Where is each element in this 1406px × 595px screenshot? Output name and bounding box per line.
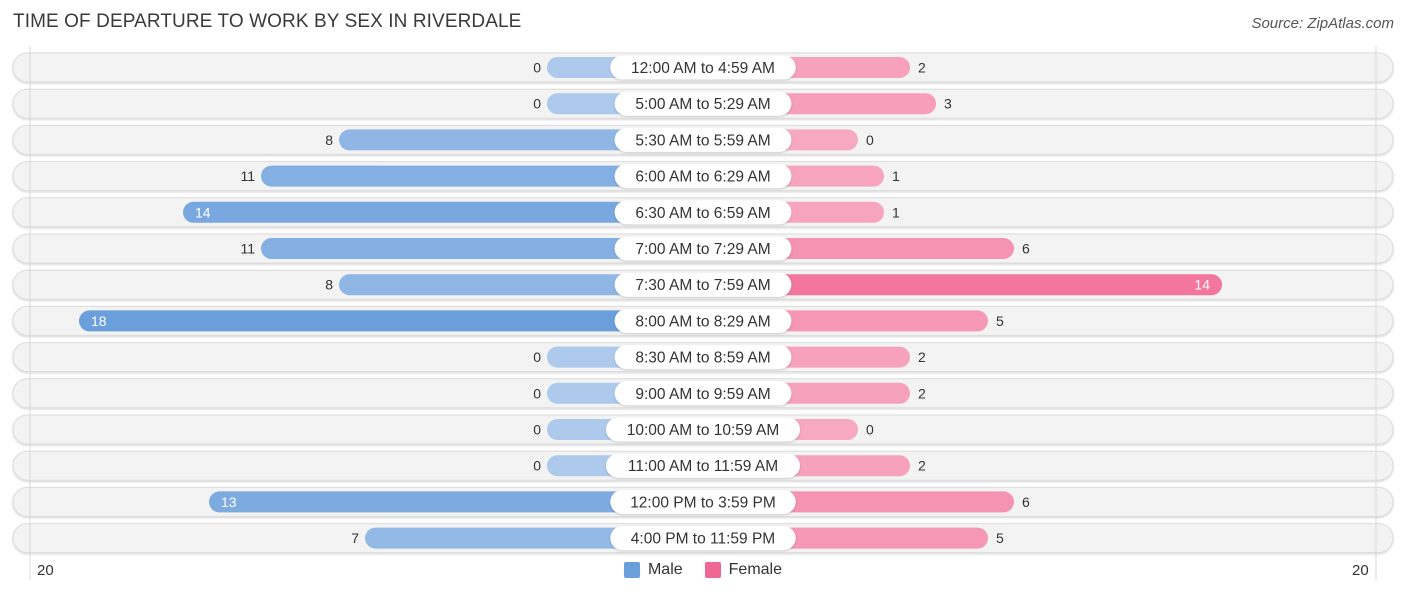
- value-label-male: 0: [533, 60, 541, 76]
- category-label: 7:00 AM to 7:29 AM: [635, 241, 770, 258]
- category-label: 12:00 AM to 4:59 AM: [631, 60, 775, 77]
- value-label-female: 6: [1022, 241, 1030, 257]
- value-label-female: 0: [866, 422, 874, 438]
- category-label: 6:00 AM to 6:29 AM: [635, 169, 770, 186]
- value-label-male: 0: [533, 458, 541, 474]
- legend-swatch-male: [623, 562, 640, 578]
- legend-label-female: Female: [728, 561, 783, 578]
- category-label: 8:30 AM to 8:59 AM: [635, 350, 770, 367]
- category-label: 7:30 AM to 7:59 AM: [635, 277, 770, 294]
- value-label-male: 0: [533, 422, 541, 438]
- bar-male: [79, 310, 703, 332]
- legend-swatch-female: [704, 562, 721, 578]
- legend-label-male: Male: [647, 561, 683, 578]
- value-label-female: 2: [918, 60, 926, 76]
- value-label-male: 8: [325, 132, 333, 148]
- value-label-male: 7: [351, 530, 359, 546]
- value-label-male: 11: [240, 168, 255, 184]
- value-label-female: 1: [892, 204, 900, 220]
- category-label: 11:00 AM to 11:59 AM: [628, 458, 778, 475]
- value-label-male: 18: [91, 313, 107, 329]
- value-label-male: 11: [240, 241, 255, 257]
- value-label-male: 8: [325, 277, 333, 293]
- value-label-female: 1: [892, 168, 900, 184]
- value-label-female: 5: [996, 313, 1004, 329]
- category-label: 5:30 AM to 5:59 AM: [635, 132, 770, 149]
- value-label-female: 3: [944, 96, 952, 112]
- category-label: 9:00 AM to 9:59 AM: [635, 386, 770, 403]
- value-label-female: 2: [918, 385, 926, 401]
- legend-item-female: Female: [704, 561, 783, 579]
- value-label-male: 0: [533, 96, 541, 112]
- chart-area: 12:00 AM to 4:59 AM 0 2 5:00 AM to 5:29 AM 0…: [12, 46, 1394, 580]
- category-label: 10:00 AM to 10:59 AM: [627, 422, 780, 439]
- legend-item-male: Male: [623, 561, 683, 579]
- value-label-male: 0: [533, 385, 541, 401]
- category-label: 5:00 AM to 5:29 AM: [635, 96, 770, 113]
- value-label-male: 13: [221, 494, 237, 510]
- value-label-female: 2: [918, 458, 926, 474]
- value-label-female: 5: [996, 530, 1004, 546]
- category-label: 12:00 PM to 3:59 PM: [630, 494, 776, 511]
- category-label: 6:30 AM to 6:59 AM: [635, 205, 770, 222]
- category-label: 4:00 PM to 11:59 PM: [631, 531, 775, 548]
- value-label-female: 6: [1022, 494, 1030, 510]
- value-label-female: 14: [1194, 277, 1210, 293]
- value-label-female: 0: [866, 132, 874, 148]
- legend: Male Female: [0, 561, 1406, 579]
- category-label: 8:00 AM to 8:29 AM: [635, 313, 770, 330]
- value-label-male: 14: [195, 204, 211, 220]
- value-label-male: 0: [533, 349, 541, 365]
- value-label-female: 2: [918, 349, 926, 365]
